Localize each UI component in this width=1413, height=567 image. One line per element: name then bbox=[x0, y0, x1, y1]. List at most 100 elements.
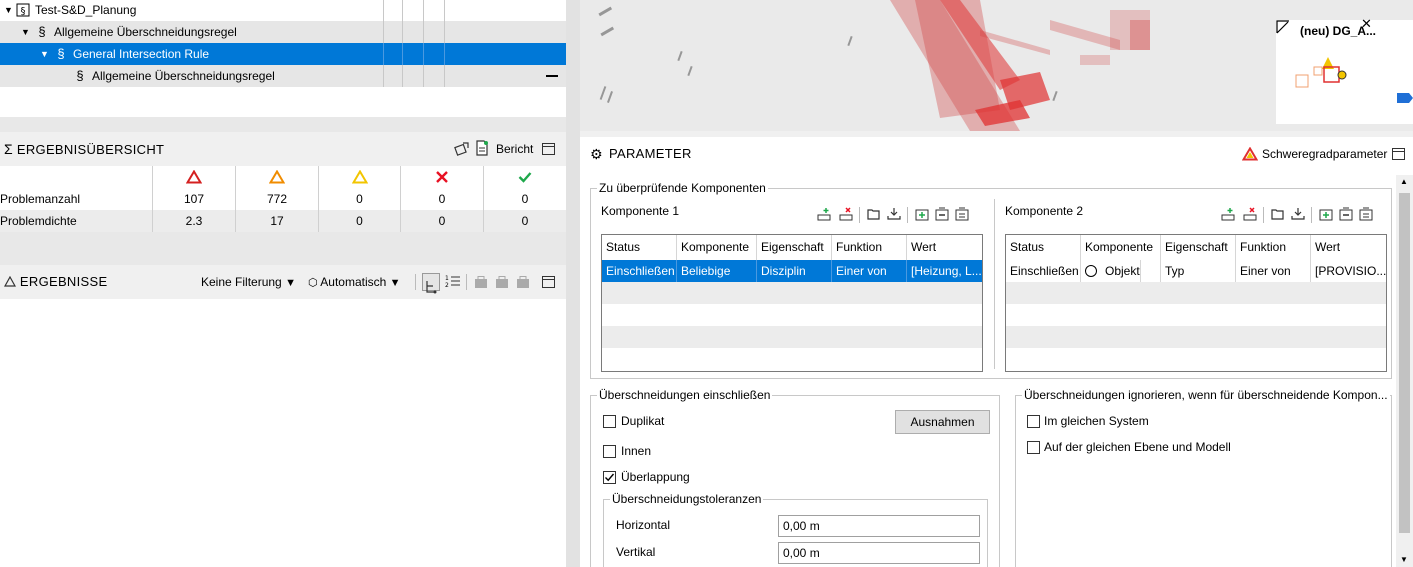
table-row[interactable]: Einschließen Objekt Typ Einer von [PROVI… bbox=[1006, 260, 1386, 282]
nav-arrow-icon[interactable] bbox=[1397, 93, 1413, 103]
caret-down-icon[interactable]: ▼ bbox=[4, 0, 14, 21]
same-system-checkbox[interactable] bbox=[1027, 415, 1040, 428]
tree-row-general-rule[interactable]: ▼ § General Intersection Rule bbox=[0, 43, 566, 65]
model-tree-toggle-icon[interactable] bbox=[422, 273, 440, 294]
row-label: Problemanzahl bbox=[0, 192, 81, 206]
column-header[interactable]: Eigenschaft bbox=[757, 235, 832, 260]
results-list bbox=[0, 299, 566, 567]
corner-arrow-icon bbox=[1276, 20, 1289, 34]
cell[interactable]: [PROVISIO... bbox=[1311, 260, 1386, 282]
paragraph-icon: § bbox=[76, 68, 84, 83]
horizontal-tolerance-input[interactable]: 0,00 m bbox=[778, 515, 980, 537]
add-row-icon[interactable] bbox=[1221, 207, 1235, 221]
scroll-down-icon[interactable]: ▼ bbox=[1400, 555, 1408, 564]
add-group-icon[interactable] bbox=[915, 207, 929, 221]
summary-table: Problemanzahl 107 772 0 0 0 Problemdicht… bbox=[0, 166, 566, 232]
group-label: Überschneidungstoleranzen bbox=[610, 492, 764, 506]
cell[interactable]: [Heizung, L... bbox=[907, 260, 982, 282]
edit-group-icon[interactable] bbox=[955, 207, 969, 221]
column-header[interactable]: Komponente bbox=[677, 235, 757, 260]
tree-row-label: Allgemeine Überschneidungsregel bbox=[54, 25, 237, 39]
exceptions-button[interactable]: Ausnahmen bbox=[895, 410, 990, 434]
inner-checkbox[interactable] bbox=[603, 445, 616, 458]
mode-dropdown[interactable]: ⬡ Automatisch ▼ bbox=[308, 265, 401, 300]
paragraph-icon: § bbox=[57, 46, 65, 61]
component2-table: Status Komponente Eigenschaft Funktion W… bbox=[1005, 234, 1387, 372]
add-row-icon[interactable] bbox=[817, 207, 831, 221]
column-header[interactable]: Status bbox=[602, 235, 677, 260]
rejected-x-icon bbox=[400, 166, 483, 188]
remove-group-icon[interactable] bbox=[1339, 207, 1353, 221]
column-header[interactable]: Status bbox=[1006, 235, 1081, 260]
numbered-list-icon[interactable]: 12 bbox=[445, 265, 461, 299]
cell[interactable]: Einer von bbox=[1236, 260, 1311, 282]
close-view-icon[interactable]: ✕ bbox=[1361, 16, 1372, 32]
pane-splitter[interactable] bbox=[566, 0, 580, 567]
cell[interactable]: Einschließen bbox=[1006, 260, 1081, 282]
download-icon[interactable] bbox=[887, 207, 901, 221]
checkbox-label: Auf der gleichen Ebene und Modell bbox=[1044, 440, 1231, 454]
open-folder-icon[interactable] bbox=[1271, 207, 1285, 221]
results-title: ERGEBNISSE bbox=[3, 265, 107, 299]
filter-dropdown[interactable]: Keine Filterung ▼ bbox=[201, 265, 296, 300]
briefcase-icon[interactable] bbox=[495, 265, 509, 299]
horizontal-label: Horizontal bbox=[616, 518, 671, 532]
maximize-panel-icon[interactable] bbox=[542, 276, 555, 288]
edit-group-icon[interactable] bbox=[1359, 207, 1373, 221]
cell[interactable]: Objekt bbox=[1081, 260, 1161, 282]
report-icon[interactable] bbox=[475, 132, 489, 166]
column-header[interactable]: Funktion bbox=[1236, 235, 1311, 260]
ignore-group: Überschneidungen ignorieren, wenn für üb… bbox=[1015, 388, 1392, 567]
maximize-panel-icon[interactable] bbox=[542, 143, 555, 155]
view-navigator[interactable]: (neu) DG_A... ✕ bbox=[1276, 16, 1413, 124]
component2-toolbar bbox=[1221, 207, 1381, 223]
gear-icon: ⚙ bbox=[590, 146, 603, 162]
open-folder-icon[interactable] bbox=[867, 207, 881, 221]
component2-title: Komponente 2 bbox=[1005, 204, 1084, 218]
empty-row bbox=[602, 348, 982, 370]
column-header[interactable]: Eigenschaft bbox=[1161, 235, 1236, 260]
column-header[interactable]: Wert bbox=[907, 235, 982, 260]
collapse-dash-icon[interactable] bbox=[546, 75, 558, 77]
column-header[interactable]: Komponente bbox=[1081, 235, 1161, 260]
cell[interactable]: Disziplin bbox=[757, 260, 832, 282]
duplicate-checkbox[interactable] bbox=[603, 415, 616, 428]
download-icon[interactable] bbox=[1291, 207, 1305, 221]
caret-down-icon[interactable]: ▼ bbox=[40, 43, 50, 65]
vertical-tolerance-input[interactable]: 0,00 m bbox=[778, 542, 980, 564]
severity-parameter-button[interactable]: Schweregradparameter bbox=[1262, 137, 1387, 171]
remove-group-icon[interactable] bbox=[935, 207, 949, 221]
overlap-checkbox[interactable] bbox=[603, 471, 616, 484]
cell[interactable]: Einschließen bbox=[602, 260, 677, 282]
scrollbar-thumb[interactable] bbox=[1399, 193, 1410, 533]
remove-row-icon[interactable] bbox=[839, 207, 853, 221]
tree-row-project[interactable]: ▼ § Test-S&D_Planung bbox=[0, 0, 566, 21]
briefcase-icon[interactable] bbox=[474, 265, 488, 299]
results-header: ERGEBNISSE Keine Filterung ▼ ⬡ Automatis… bbox=[0, 265, 566, 299]
component1-toolbar bbox=[817, 207, 977, 223]
export-icon[interactable] bbox=[454, 132, 470, 166]
scroll-up-icon[interactable]: ▲ bbox=[1400, 177, 1408, 186]
parameter-panel: ⚙ PARAMETER Schweregradparameter ▲ ▼ Zu … bbox=[580, 137, 1413, 567]
add-group-icon[interactable] bbox=[1319, 207, 1333, 221]
caret-down-icon[interactable]: ▼ bbox=[21, 21, 31, 43]
report-button[interactable]: Bericht bbox=[496, 132, 533, 166]
table-row[interactable]: Einschließen Beliebige Disziplin Einer v… bbox=[602, 260, 982, 282]
3d-viewport[interactable]: (neu) DG_A... ✕ bbox=[580, 0, 1413, 131]
empty-row bbox=[1006, 304, 1386, 326]
tree-row-rule-group[interactable]: ▼ § Allgemeine Überschneidungsregel bbox=[0, 21, 566, 43]
empty-row bbox=[1006, 326, 1386, 348]
column-header[interactable]: Wert bbox=[1311, 235, 1386, 260]
cell[interactable]: Beliebige bbox=[677, 260, 757, 282]
column-header[interactable]: Funktion bbox=[832, 235, 907, 260]
briefcase-icon[interactable] bbox=[516, 265, 530, 299]
dropdown-arrow-icon: ▼ bbox=[389, 277, 401, 289]
tree-row-rule[interactable]: § Allgemeine Überschneidungsregel bbox=[0, 65, 566, 87]
same-level-checkbox[interactable] bbox=[1027, 441, 1040, 454]
cell[interactable]: Einer von bbox=[832, 260, 907, 282]
maximize-panel-icon[interactable] bbox=[1392, 148, 1405, 160]
severity-minor-icon bbox=[318, 166, 400, 188]
vertical-scrollbar[interactable]: ▲ ▼ bbox=[1396, 175, 1413, 567]
remove-row-icon[interactable] bbox=[1243, 207, 1257, 221]
cell[interactable]: Typ bbox=[1161, 260, 1236, 282]
